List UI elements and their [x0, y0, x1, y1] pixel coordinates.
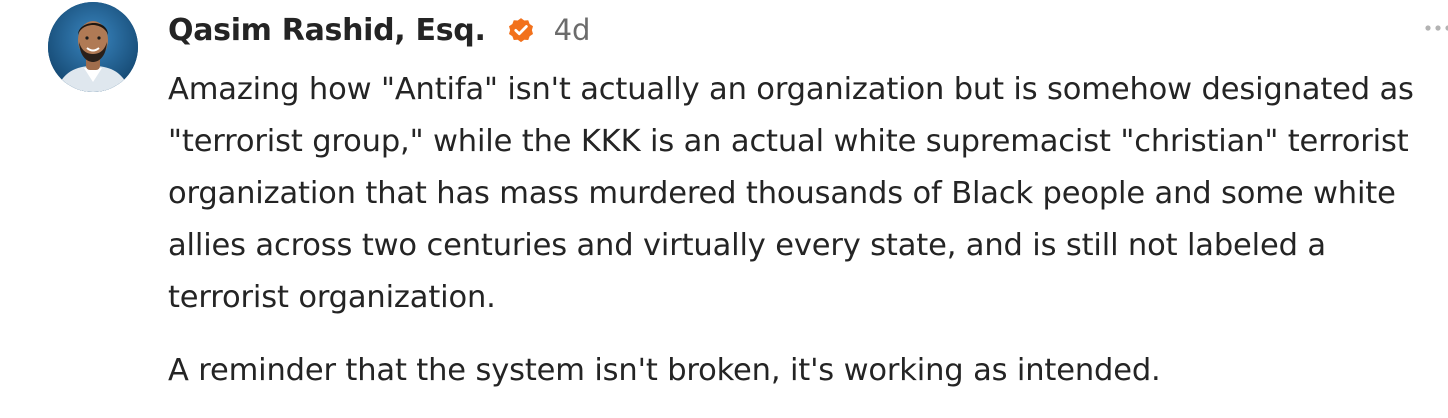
author-name[interactable]: Qasim Rashid, Esq. [168, 13, 486, 48]
author-avatar[interactable] [48, 2, 138, 92]
more-options-icon[interactable] [1424, 20, 1448, 36]
post-body: Amazing how "Antifa" isn't actually an o… [168, 64, 1443, 397]
post-timestamp[interactable]: 4d [554, 13, 591, 47]
post-paragraph: Amazing how "Antifa" isn't actually an o… [168, 72, 1414, 315]
verified-badge-icon [506, 15, 536, 45]
post-paragraph: A reminder that the system isn't broken,… [168, 353, 1161, 388]
post-header: Qasim Rashid, Esq. 4d [168, 8, 590, 52]
